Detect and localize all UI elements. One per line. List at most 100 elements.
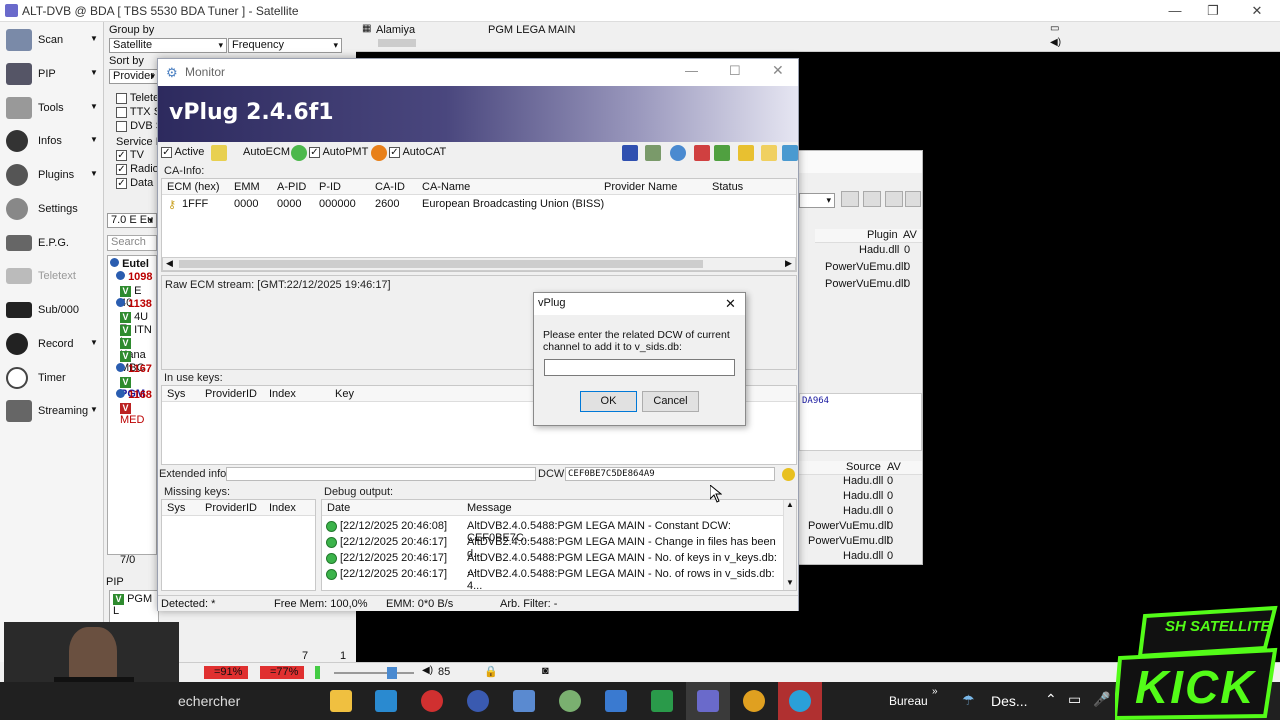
filter-ttx[interactable]: TTX S (116, 106, 161, 118)
file-explorer-icon[interactable] (330, 690, 352, 712)
database-icon[interactable] (782, 145, 798, 161)
chrome-icon[interactable] (743, 690, 765, 712)
tree-transponder[interactable]: 1168 (116, 389, 152, 401)
network-icon[interactable]: ▭ (1068, 691, 1081, 708)
telegram-icon[interactable] (789, 690, 811, 712)
service-radio[interactable]: ✓ Radio (116, 163, 159, 175)
sidebar-item-infos[interactable]: Infos ▼ (4, 126, 102, 156)
calculator-icon[interactable] (605, 690, 627, 712)
col-provider-id[interactable]: ProviderID (205, 388, 257, 400)
col-apid[interactable]: A-PID (277, 181, 306, 193)
tree-channel[interactable]: V MED (120, 402, 156, 426)
weather-text[interactable]: Des... (991, 693, 1028, 709)
table-row[interactable]: [22/12/2025 20:46:17] AltDVB2.4.0.5488:P… (322, 566, 784, 592)
app-icon-green[interactable] (559, 690, 581, 712)
save-icon[interactable] (622, 145, 638, 161)
edit-icon[interactable] (761, 145, 777, 161)
close-button[interactable]: ✕ (725, 296, 736, 312)
service-tv[interactable]: ✓ TV (116, 149, 144, 161)
checkbox[interactable]: ✓ (389, 146, 400, 158)
col-sys[interactable]: Sys (167, 502, 185, 514)
cancel-button[interactable]: Cancel (642, 391, 699, 412)
maximize-button[interactable]: ☐ (729, 63, 741, 79)
service-data[interactable]: ✓ Data (116, 177, 153, 189)
ca-horizontal-scrollbar[interactable]: ◀ ▶ (162, 257, 796, 271)
col-pid[interactable]: P-ID (319, 181, 341, 193)
ok-button[interactable]: OK (580, 391, 637, 412)
red-pen-icon[interactable] (694, 145, 710, 161)
chevron-right-icon[interactable]: » (932, 686, 938, 697)
chevron-up-icon[interactable]: ⌃ (1045, 691, 1057, 708)
checkbox[interactable]: ✓ (116, 177, 127, 189)
bureau-label[interactable]: Bureau (889, 694, 928, 708)
pip-channel[interactable]: V PGM L (113, 593, 158, 617)
table-row[interactable]: [22/12/2025 20:46:08] AltDVB2.4.0.5488:P… (322, 518, 784, 544)
store-icon[interactable] (375, 690, 397, 712)
sidebar-item-scan[interactable]: Scan ▼ (4, 25, 102, 55)
col-caname[interactable]: CA-Name (422, 181, 470, 193)
sidebar-item-settings[interactable]: Settings (4, 194, 102, 224)
sort-by-select[interactable]: Provider N (109, 69, 159, 84)
checkbox[interactable] (116, 92, 127, 104)
col-date[interactable]: Date (327, 502, 350, 514)
col-caid[interactable]: CA-ID (375, 181, 405, 193)
scroll-thumb[interactable] (179, 260, 703, 268)
sidebar-item-record[interactable]: Record ▼ (4, 329, 102, 359)
dcw-input[interactable] (544, 359, 735, 376)
satellite-position-select[interactable]: 7.0 E Eu (107, 213, 157, 228)
volume-slider-track[interactable] (334, 672, 414, 674)
sidebar-item-pip[interactable]: PIP ▼ (4, 59, 102, 89)
checkbox[interactable]: ✓ (116, 163, 127, 175)
checkbox[interactable] (116, 106, 127, 118)
col-message[interactable]: Message (467, 502, 512, 514)
app-icon-red[interactable] (421, 690, 443, 712)
sidebar-item-plugins[interactable]: Plugins ▼ (4, 160, 102, 190)
auto-ecm-label[interactable]: AutoECM (243, 146, 290, 158)
taskbar-search-text[interactable]: echercher (178, 693, 240, 709)
refresh-icon[interactable] (841, 191, 859, 207)
delete-icon[interactable] (905, 191, 921, 207)
sidebar-item-streaming[interactable]: Streaming ▼ (4, 396, 102, 426)
scroll-down-icon[interactable]: ▼ (786, 578, 794, 587)
table-row[interactable]: [22/12/2025 20:46:17] AltDVB2.4.0.5488:P… (322, 550, 784, 576)
window-icon[interactable]: ▭ (1050, 23, 1059, 34)
speaker-icon[interactable]: ◀) (422, 665, 433, 676)
import-icon[interactable] (645, 145, 661, 161)
edit-icon[interactable] (885, 191, 903, 207)
lock-icon[interactable]: 🔒 (484, 665, 498, 678)
camera-icon[interactable]: ◙ (542, 665, 549, 677)
sidebar-item-tools[interactable]: Tools ▼ (4, 93, 102, 123)
pencil-icon[interactable] (211, 145, 227, 161)
microphone-icon[interactable]: 🎤 (1093, 691, 1110, 708)
volume-slider-thumb[interactable] (387, 667, 397, 679)
altdvb-icon[interactable] (697, 690, 719, 712)
app-icon-laptop[interactable] (513, 690, 535, 712)
search-channel-input[interactable]: Search cha (107, 235, 157, 251)
checkbox[interactable]: ✓ (309, 146, 320, 158)
table-row[interactable]: [22/12/2025 20:46:17] AltDVB2.4.0.5488:P… (322, 534, 784, 560)
app-icon-blue[interactable] (467, 690, 489, 712)
green-pen-icon[interactable] (714, 145, 730, 161)
col-provider-id[interactable]: ProviderID (205, 502, 257, 514)
checkbox[interactable]: ✓ (161, 146, 172, 158)
bg-select[interactable] (799, 193, 835, 208)
group-by-second-select[interactable]: Frequency (228, 38, 342, 53)
tree-transponder[interactable]: 1098 (116, 271, 153, 283)
group-by-select[interactable]: Satellite (109, 38, 227, 53)
table-row[interactable]: ⚷ 1FFF 0000 0000 000000 2600 European Br… (162, 196, 796, 212)
excel-icon[interactable] (651, 690, 673, 712)
checkbox[interactable]: ✓ (116, 149, 127, 161)
col-index[interactable]: Index (269, 502, 296, 514)
refresh-icon[interactable] (670, 145, 686, 161)
scroll-left-icon[interactable]: ◀ (166, 258, 173, 269)
sidebar-item-timer[interactable]: Timer (4, 363, 102, 393)
auto-pmt-checkbox[interactable]: ✓ AutoPMT (309, 146, 368, 158)
tree-transponder[interactable]: 1167 (116, 363, 152, 375)
close-button[interactable]: ✕ (772, 62, 784, 79)
speaker-icon[interactable]: ◀) (1050, 37, 1061, 48)
col-status[interactable]: Status (712, 181, 743, 193)
sidebar-item-sub[interactable]: Sub/000 (4, 295, 102, 325)
sidebar-item-epg[interactable]: E.P.G. (4, 228, 102, 258)
minimize-button[interactable]: — (1160, 2, 1190, 20)
radiation-icon[interactable] (782, 468, 795, 481)
